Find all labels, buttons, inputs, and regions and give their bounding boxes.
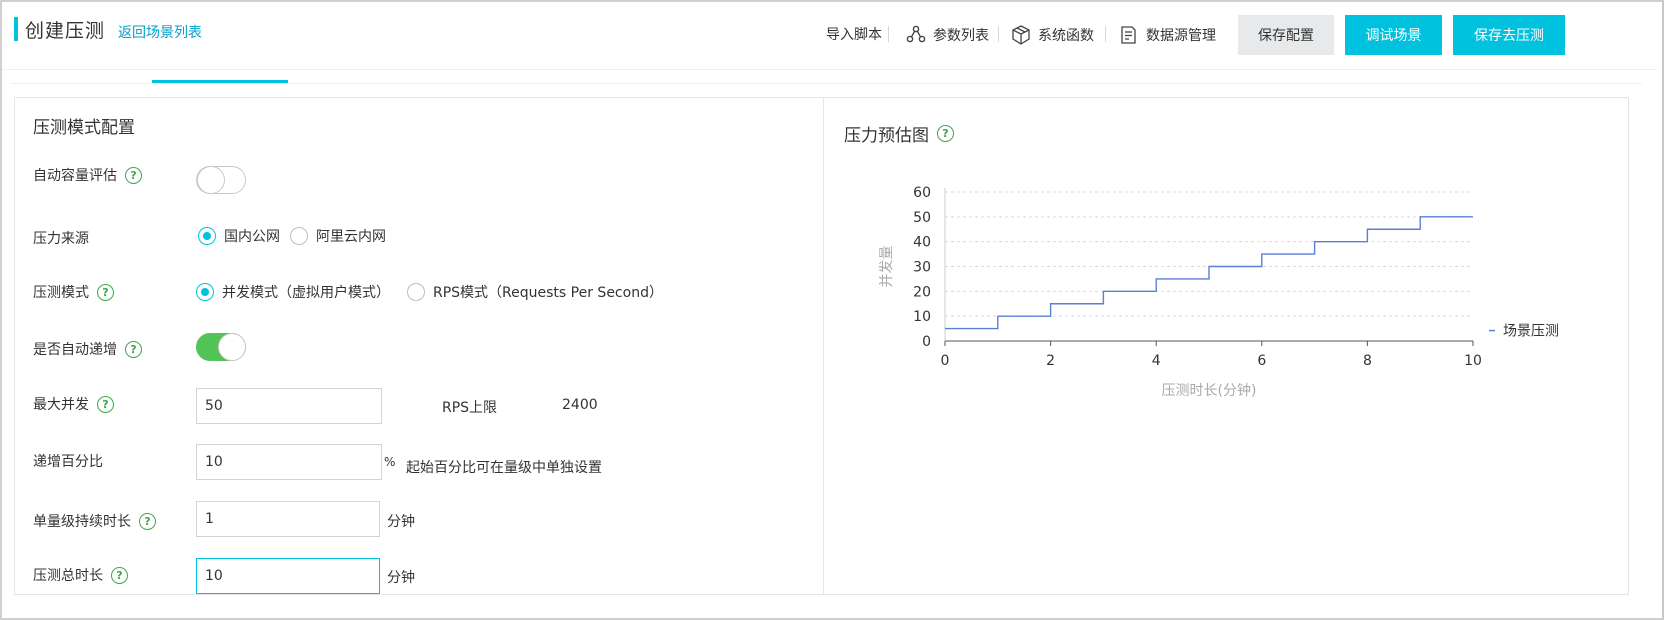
pressure-source-aliyun-radio[interactable]: 阿里云内网 <box>290 226 386 246</box>
total-duration-unit: 分钟 <box>387 570 415 586</box>
pressure-source-row-label: 压力来源 <box>33 228 89 248</box>
total-duration-label: 压测总时长 <box>33 568 103 584</box>
cube-icon <box>1010 24 1032 46</box>
x-tick-label: 8 <box>1363 353 1372 369</box>
toolbar-divider <box>998 26 999 42</box>
auto-increase-toggle[interactable] <box>196 333 246 361</box>
help-icon[interactable]: ? <box>139 512 156 530</box>
max-concurrency-label: 最大并发 <box>33 397 89 413</box>
share-nodes-icon <box>905 24 927 46</box>
level-duration-row-label: 单量级持续时长 ? <box>33 511 156 531</box>
radio-dot <box>290 227 308 245</box>
auto-capacity-label: 自动容量评估 <box>33 168 117 184</box>
import-script-label: 导入脚本 <box>826 27 882 43</box>
system-functions-label: 系统函数 <box>1038 28 1094 44</box>
auto-capacity-row-label: 自动容量评估 ? <box>33 165 142 185</box>
toggle-knob <box>218 333 246 361</box>
y-tick-label: 10 <box>913 309 931 325</box>
help-icon[interactable]: ? <box>97 283 114 301</box>
y-axis-title: 并发量 <box>879 246 895 288</box>
y-tick-label: 30 <box>913 260 931 276</box>
rps-mode-radio[interactable]: RPS模式（Requests Per Second） <box>407 282 663 302</box>
help-icon[interactable]: ? <box>125 340 142 358</box>
test-mode-option-concurrency: 并发模式（虚拟用户模式） <box>222 285 390 301</box>
concurrency-mode-radio[interactable]: 并发模式（虚拟用户模式） <box>196 282 390 302</box>
increment-percent-input[interactable] <box>196 444 382 480</box>
increment-percent-row-label: 递增百分比 <box>33 451 103 471</box>
max-concurrency-row-label: 最大并发 ? <box>33 394 114 414</box>
x-tick-label: 6 <box>1257 353 1266 369</box>
title-accent-bar <box>14 17 18 41</box>
help-icon[interactable]: ? <box>937 125 954 142</box>
x-tick-label: 4 <box>1152 353 1161 369</box>
y-tick-label: 20 <box>913 284 931 300</box>
param-list-label: 参数列表 <box>933 28 989 44</box>
radio-dot <box>196 283 214 301</box>
level-duration-label: 单量级持续时长 <box>33 514 131 530</box>
x-tick-label: 2 <box>1046 353 1055 369</box>
percent-unit: % <box>384 455 396 469</box>
total-duration-input[interactable] <box>196 558 380 594</box>
max-concurrency-input[interactable] <box>196 388 382 424</box>
pressure-source-option-aliyun: 阿里云内网 <box>316 229 386 245</box>
pressure-estimate-title: 压力预估图 <box>844 126 929 146</box>
radio-dot <box>198 227 216 245</box>
rps-limit-value: 2400 <box>562 397 598 413</box>
rps-limit-label: RPS上限 <box>442 400 498 416</box>
y-tick-label: 40 <box>913 235 931 251</box>
back-to-scene-list-link[interactable]: 返回场景列表 <box>118 22 202 42</box>
legend-label: 场景压测 <box>1503 324 1559 340</box>
y-tick-label: 50 <box>913 210 931 226</box>
test-mode-row-label: 压测模式 ? <box>33 282 114 302</box>
save-config-button[interactable]: 保存配置 <box>1238 15 1334 55</box>
level-duration-unit: 分钟 <box>387 514 415 530</box>
mode-config-title: 压测模式配置 <box>33 118 135 138</box>
param-list-button[interactable]: 参数列表 <box>905 24 989 46</box>
x-tick-label: 0 <box>941 353 950 369</box>
save-and-run-button[interactable]: 保存去压测 <box>1453 15 1565 55</box>
document-edit-icon <box>1118 24 1140 46</box>
series-line-场景压测 <box>945 216 1473 330</box>
y-tick-label: 60 <box>913 185 931 201</box>
help-icon[interactable]: ? <box>125 166 142 184</box>
tab-divider <box>10 83 1642 84</box>
toggle-knob <box>197 166 225 194</box>
x-tick-label: 10 <box>1464 353 1482 369</box>
y-tick-label: 0 <box>922 334 931 350</box>
pressure-estimate-chart: 0 10 20 30 40 50 60 0 2 4 6 8 10 压测时长(分钟) 并发量 场景压测 <box>879 185 1559 399</box>
datasource-manage-button[interactable]: 数据源管理 <box>1118 24 1216 46</box>
datasource-manage-label: 数据源管理 <box>1146 28 1216 44</box>
toolbar-divider <box>888 26 889 42</box>
page-header: 创建压测 返回场景列表 导入脚本 参数列表 系统函数 数据源管理 保存配置 调试… <box>2 2 1658 70</box>
debug-scene-button[interactable]: 调试场景 <box>1345 15 1442 55</box>
x-axis-title: 压测时长(分钟) <box>1162 382 1257 399</box>
test-mode-label: 压测模式 <box>33 285 89 301</box>
auto-increase-label: 是否自动递增 <box>33 342 117 358</box>
help-icon[interactable]: ? <box>111 566 128 584</box>
pressure-source-public-radio[interactable]: 国内公网 <box>198 226 280 246</box>
auto-capacity-toggle[interactable] <box>196 166 246 194</box>
test-mode-option-rps: RPS模式（Requests Per Second） <box>433 285 663 301</box>
pressure-estimate-title-row: 压力预估图 ? <box>844 121 954 146</box>
pressure-source-label: 压力来源 <box>33 231 89 247</box>
help-icon[interactable]: ? <box>97 395 114 413</box>
level-duration-input[interactable] <box>196 501 380 537</box>
auto-increase-row-label: 是否自动递增 ? <box>33 339 142 359</box>
pressure-source-option-public: 国内公网 <box>224 229 280 245</box>
increment-percent-label: 递增百分比 <box>33 454 103 470</box>
toolbar-divider <box>1105 26 1106 42</box>
import-script-button[interactable]: 导入脚本 <box>826 24 882 44</box>
active-tab-indicator <box>152 80 288 83</box>
page-title: 创建压测 <box>25 20 106 42</box>
total-duration-row-label: 压测总时长 ? <box>33 565 128 585</box>
increment-percent-hint: 起始百分比可在量级中单独设置 <box>406 460 602 476</box>
system-functions-button[interactable]: 系统函数 <box>1010 24 1094 46</box>
radio-dot <box>407 283 425 301</box>
